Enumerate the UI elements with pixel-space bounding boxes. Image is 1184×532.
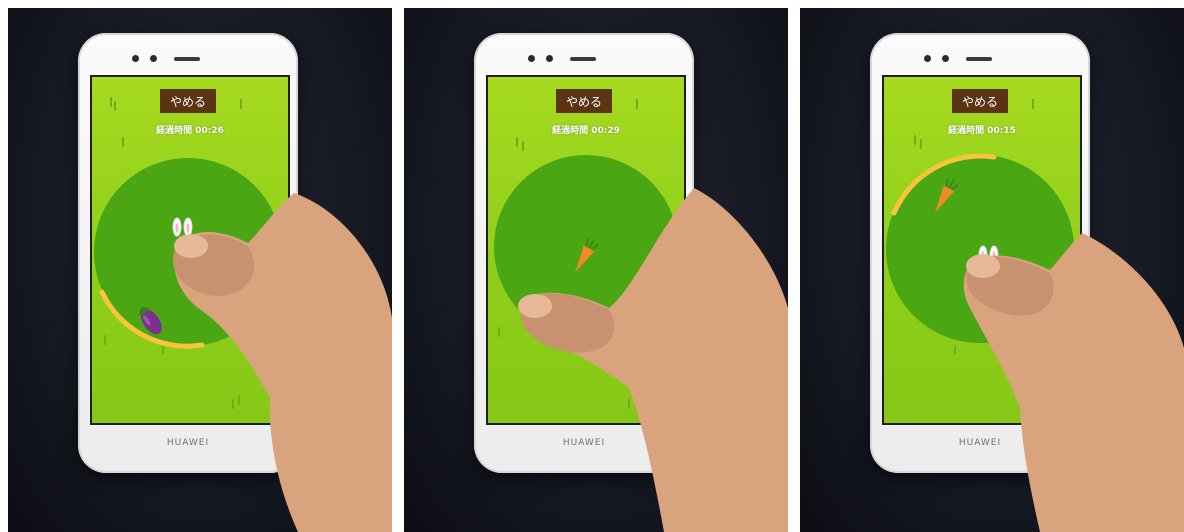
- hand: [518, 188, 788, 532]
- photo-panel-3: やめる 経過時間 00:15 HUAWEI: [800, 8, 1184, 532]
- photo-panel-2: やめる 経過時間 00:29 HUAWEI: [404, 8, 788, 532]
- hand: [963, 233, 1184, 532]
- photo-panel-1: やめる 経過時間 00:26 HUAWEI: [8, 8, 392, 532]
- hand: [172, 193, 392, 532]
